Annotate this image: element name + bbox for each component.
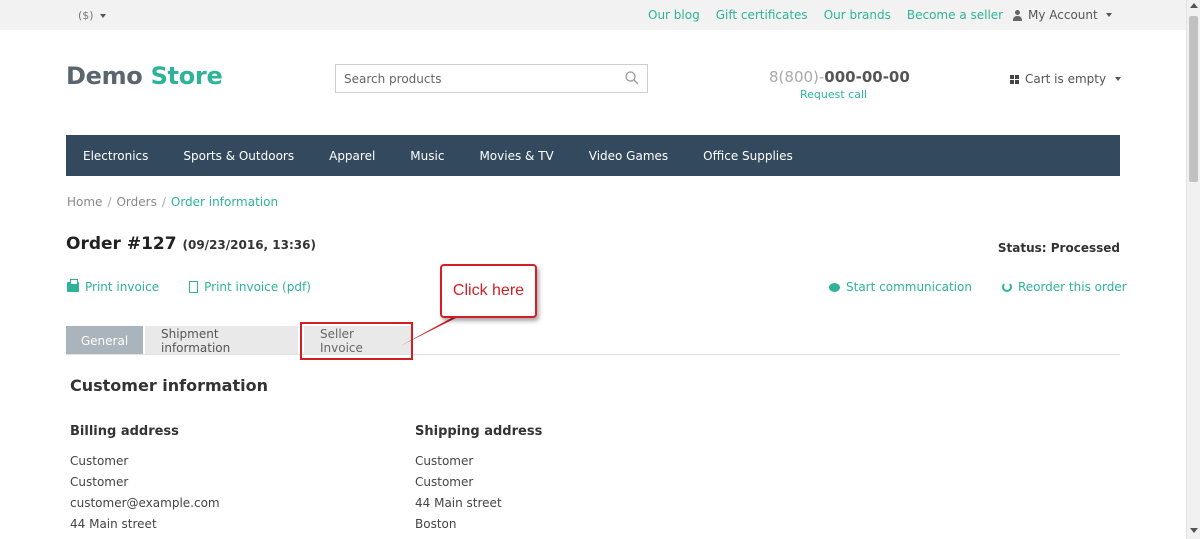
shipping-address-heading: Shipping address [415,424,543,439]
chat-icon [829,282,840,292]
search-input[interactable] [344,72,614,86]
link-our-brands[interactable]: Our brands [824,8,891,22]
print-invoice-pdf-label: Print invoice (pdf) [204,280,311,294]
shipping-line: Customer [415,454,474,468]
start-communication-button[interactable]: Start communication [829,280,972,294]
my-account-menu[interactable]: My Account [1012,8,1112,22]
billing-line: Customer [70,454,129,468]
reorder-button[interactable]: Reorder this order [1001,280,1127,294]
main-navigation: Electronics Sports & Outdoors Apparel Mu… [66,135,1120,176]
breadcrumb-orders[interactable]: Orders [116,195,156,209]
print-invoice-label: Print invoice [85,280,160,294]
invoice-actions: Print invoice Print invoice (pdf) [67,279,311,294]
search-icon[interactable] [625,71,639,85]
nav-video-games[interactable]: Video Games [589,149,668,163]
scroll-down-arrow-icon[interactable] [1190,528,1198,533]
click-here-callout: Click here [440,264,537,318]
print-invoice-pdf-button[interactable]: Print invoice (pdf) [189,280,311,294]
shipping-address: Shipping address Customer Customer 44 Ma… [415,424,542,538]
search-box [335,64,648,93]
breadcrumb-home[interactable]: Home [67,195,102,209]
store-logo[interactable]: Demo Store [66,62,223,90]
breadcrumb: Home / Orders / Order information [67,195,279,209]
chevron-down-icon [1115,77,1122,81]
document-icon [189,281,199,293]
nav-office-supplies[interactable]: Office Supplies [703,149,793,163]
request-call-link[interactable]: Request call [800,88,867,101]
nav-electronics[interactable]: Electronics [83,149,148,163]
shipping-line: 44 Main street [415,496,502,510]
billing-address: Billing address Customer Customer custom… [70,424,220,538]
nav-apparel[interactable]: Apparel [329,149,375,163]
shipping-line: Customer [415,475,474,489]
user-icon [1012,9,1023,21]
phone-prefix: 8(800)- [769,68,825,86]
link-gift-certificates[interactable]: Gift certificates [716,8,808,22]
top-links: Our blog Gift certificates Our brands Be… [648,8,1003,22]
tab-shipment-information[interactable]: Shipment information [145,326,298,355]
nav-movies-tv[interactable]: Movies & TV [479,149,553,163]
cart-menu[interactable]: Cart is empty [1010,72,1122,86]
nav-music[interactable]: Music [410,149,444,163]
highlight-box [300,322,413,360]
chevron-down-icon [100,14,107,18]
shipping-line: Boston [415,517,457,531]
cart-icon [1010,74,1019,84]
top-bar: ($) Our blog Gift certificates Our brand… [0,0,1186,30]
reorder-label: Reorder this order [1017,280,1127,294]
start-communication-label: Start communication [846,280,972,294]
order-actions: Start communication Reorder this order [829,280,1127,294]
currency-selector[interactable]: ($) [78,9,107,22]
link-our-blog[interactable]: Our blog [648,8,700,22]
billing-email: customer@example.com [70,496,220,510]
status-badge: Status: Processed [997,241,1120,255]
phone-main: 000-00-00 [824,68,910,86]
logo-part-demo: Demo [66,62,143,90]
order-datetime: (09/23/2016, 13:36) [182,238,316,252]
phone-number: 8(800)-000-00-00 [769,68,910,86]
link-become-seller[interactable]: Become a seller [907,8,1003,22]
scroll-thumb[interactable] [1189,16,1198,182]
billing-line: 44 Main street [70,517,157,531]
nav-sports-outdoors[interactable]: Sports & Outdoors [183,149,294,163]
cart-label: Cart is empty [1025,72,1107,86]
tab-general[interactable]: General [66,326,143,355]
my-account-label: My Account [1028,8,1098,22]
customer-information-heading: Customer information [70,376,268,395]
billing-address-heading: Billing address [70,424,179,439]
page-title: Order #127 (09/23/2016, 13:36) [66,234,316,254]
printer-icon [67,279,79,292]
breadcrumb-current: Order information [170,195,279,209]
order-number: Order #127 [66,234,177,254]
currency-label: ($) [78,9,94,22]
billing-line: Customer [70,475,129,489]
refresh-icon [1001,282,1012,292]
chevron-down-icon [1105,13,1112,17]
tab-divider [66,354,1120,355]
print-invoice-button[interactable]: Print invoice [67,279,160,294]
scrollbar[interactable] [1186,0,1200,539]
scroll-up-arrow-icon[interactable] [1190,3,1198,8]
logo-part-store: Store [150,62,223,90]
